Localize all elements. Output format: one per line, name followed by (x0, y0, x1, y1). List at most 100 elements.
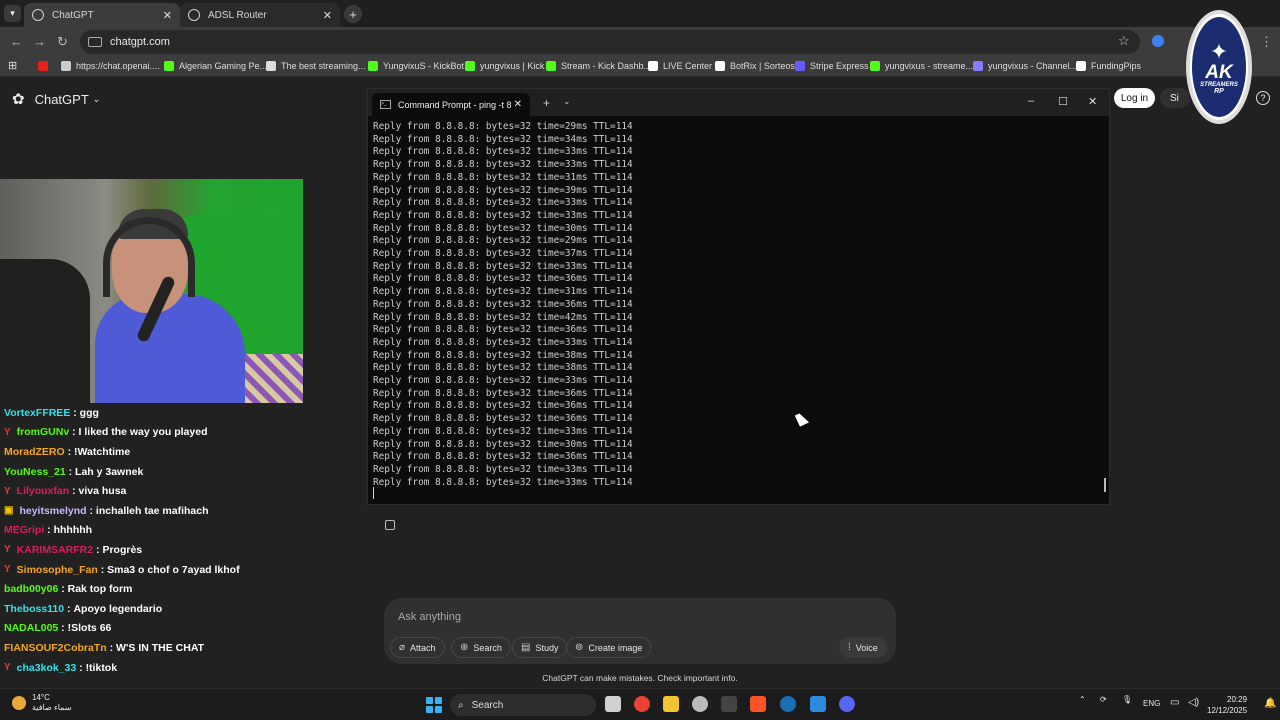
tab-chatgpt[interactable]: ChatGPT ✕ (24, 3, 180, 27)
address-bar[interactable]: chatgpt.com (80, 30, 1140, 54)
chevron-up-icon[interactable]: ⌃ (1079, 695, 1086, 704)
chat-text: inchalleh tae mafihach (95, 504, 209, 517)
diamond-icon (266, 61, 276, 71)
taskbar: 14°C سماء صافية ⌕ Search ⌃ ⟳ 🎙 ENG ▭ ◁) … (0, 688, 1280, 720)
tab-search-button[interactable]: ▾ (4, 5, 21, 22)
language-indicator[interactable]: ENG (1143, 699, 1160, 708)
notification-bell-icon[interactable]: 🔔 (1264, 698, 1276, 709)
stripe-icon (795, 61, 805, 71)
bookmark-item[interactable]: yungvixus | Kick (465, 61, 544, 71)
task-view-icon[interactable] (605, 696, 621, 712)
site-info-icon[interactable] (88, 37, 102, 47)
composer-input[interactable]: Ask anything (398, 611, 461, 623)
minimize-icon[interactable]: – (1028, 95, 1034, 107)
discord-icon[interactable] (839, 696, 855, 712)
help-icon[interactable]: ? (1256, 91, 1270, 105)
settings-app-icon[interactable] (692, 696, 708, 712)
study-button[interactable]: ▤ Study (512, 637, 568, 658)
brave-icon[interactable] (750, 696, 766, 712)
microphone-icon[interactable]: 🎙 (1122, 695, 1132, 704)
extension-icon[interactable] (1152, 35, 1164, 47)
weather-widget[interactable]: 14°C سماء صافية (12, 693, 72, 713)
create-image-button[interactable]: ⊚ Create image (566, 637, 652, 658)
sync-icon[interactable]: ⟳ (1100, 695, 1107, 704)
close-window-icon[interactable]: ✕ (1088, 95, 1097, 108)
bookmark-item[interactable]: LIVE Center (648, 61, 712, 71)
terminal-icon[interactable] (721, 696, 737, 712)
voice-button[interactable]: ⁞ Voice (839, 637, 887, 658)
chrome-icon[interactable] (634, 696, 650, 712)
file-explorer-icon[interactable] (663, 696, 679, 712)
close-tab-icon[interactable]: ✕ (323, 9, 332, 22)
back-icon[interactable]: ← (10, 34, 23, 49)
photos-icon[interactable] (810, 696, 826, 712)
bookmark-item[interactable]: Algerian Gaming Pe... (164, 61, 267, 71)
chat-username: YouNess_21 (4, 465, 66, 478)
terminal-line: Reply from 8.8.8.8: bytes=32 time=39ms T… (373, 184, 633, 196)
logo-title: AK (1205, 61, 1233, 83)
new-tab-button[interactable]: + (344, 5, 362, 23)
network-icon[interactable]: ▭ (1170, 697, 1179, 708)
clock[interactable]: 20:29 12/12/2025 (1207, 694, 1247, 716)
bookmark-item[interactable]: BotRix | Sorteos (715, 61, 795, 71)
chair (0, 259, 90, 403)
search-button[interactable]: ⊕ Search (451, 637, 511, 658)
terminal-line: Reply from 8.8.8.8: bytes=32 time=33ms T… (373, 260, 633, 272)
terminal-line: Reply from 8.8.8.8: bytes=32 time=38ms T… (373, 362, 633, 374)
close-tab-icon[interactable]: ✕ (514, 99, 522, 110)
bookmark-item[interactable]: https://chat.openai.... (61, 61, 160, 71)
chat-separator: : (93, 543, 103, 556)
chatgpt-model-selector[interactable]: ✿ ChatGPT ⌄ (12, 90, 100, 108)
tab-adsl-router[interactable]: ADSL Router ✕ (180, 3, 340, 27)
voice-label: Voice (855, 642, 878, 653)
botrix-icon (715, 61, 725, 71)
text-cursor (373, 487, 374, 499)
chat-separator: : (64, 602, 74, 615)
bookmark-item[interactable]: YungvixuS - KickBot (368, 61, 464, 71)
reload-icon[interactable]: ↻ (57, 34, 68, 50)
more-menu-icon[interactable]: ⋮ (1260, 34, 1273, 50)
bookmark-item[interactable]: The best streaming... (266, 61, 366, 71)
bookmark-item[interactable]: yungvixus - streame... (870, 61, 973, 71)
terminal-line: Reply from 8.8.8.8: bytes=32 time=29ms T… (373, 121, 633, 132)
terminal-line: Reply from 8.8.8.8: bytes=32 time=38ms T… (373, 349, 633, 361)
bookmark-item[interactable] (38, 61, 53, 71)
bookmark-item[interactable]: Stream - Kick Dashb... (546, 61, 651, 71)
close-tab-icon[interactable]: ✕ (163, 9, 172, 22)
chat-text: viva husa (78, 485, 127, 498)
taskbar-search[interactable]: ⌕ Search (450, 694, 596, 716)
chat-separator: : (44, 524, 54, 537)
chat-message: VortexFFREE : ggg (4, 403, 304, 423)
tab-label: ChatGPT (52, 9, 94, 21)
terminal-tab[interactable]: >_ Command Prompt - ping -t 8 ✕ (372, 93, 530, 116)
bookmark-item[interactable]: Stripe Express (795, 61, 869, 71)
steam-icon[interactable] (780, 696, 796, 712)
attach-button[interactable]: ⌀ Attach (390, 637, 445, 658)
chevron-down-icon[interactable]: ⌄ (563, 96, 571, 107)
login-button[interactable]: Log in (1114, 88, 1155, 108)
volume-icon[interactable]: ◁) (1188, 697, 1199, 708)
webcam-feed (0, 179, 303, 403)
chat-badge-icon: ▣ (4, 505, 14, 517)
signup-button[interactable]: Si (1160, 88, 1190, 108)
disclaimer: ChatGPT can make mistakes. Check importa… (542, 673, 738, 683)
scrollbar-thumb[interactable] (1104, 478, 1106, 492)
apps-grid-icon[interactable]: ⊞ (8, 59, 17, 72)
waveform-icon: ⁞ (848, 642, 851, 653)
bookmark-item[interactable]: yungvixus - Channel... (973, 61, 1077, 71)
chat-badge-icon: Y (4, 544, 11, 556)
chat-text: Lah y 3awnek (75, 465, 144, 478)
command-prompt-window[interactable]: >_ Command Prompt - ping -t 8 ✕ + ⌄ – ☐ … (367, 88, 1110, 505)
maximize-icon[interactable]: ☐ (1058, 95, 1068, 108)
new-terminal-tab-icon[interactable]: + (543, 96, 550, 110)
chat-message: YfromGUNv : I liked the way you played (4, 423, 304, 443)
weather-text: سماء صافية (32, 703, 72, 712)
copy-icon[interactable] (385, 520, 395, 530)
search-icon: ⌕ (458, 699, 464, 711)
bookmark-label: The best streaming... (281, 61, 366, 71)
forward-icon[interactable]: → (33, 34, 46, 49)
windows-start-icon[interactable] (426, 697, 442, 713)
bookmark-item[interactable]: FundingPips (1076, 61, 1141, 71)
bookmark-star-icon[interactable]: ☆ (1118, 33, 1130, 49)
terminal-line: Reply from 8.8.8.8: bytes=32 time=29ms T… (373, 235, 633, 247)
